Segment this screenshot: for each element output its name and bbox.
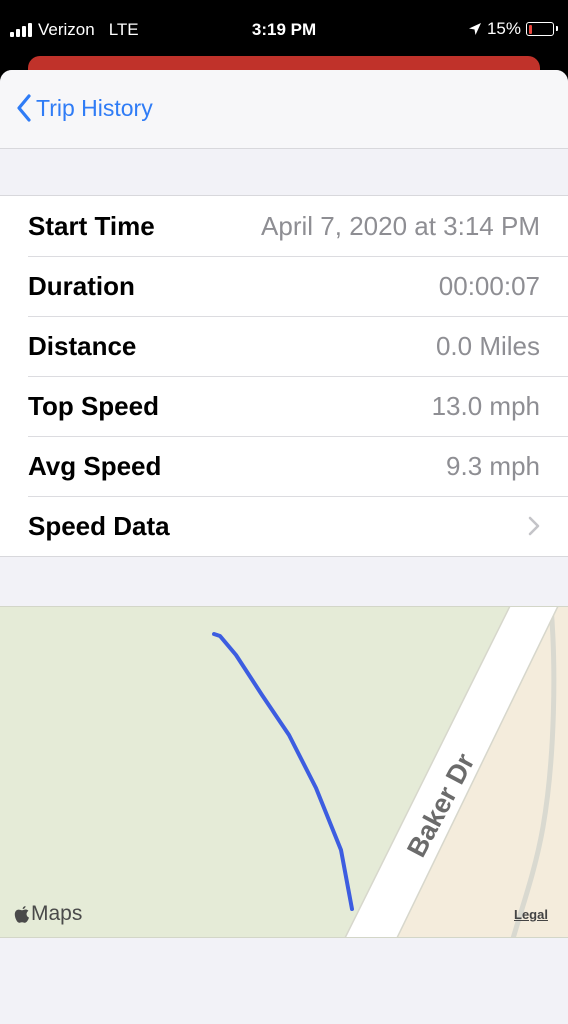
row-top-speed: Top Speed 13.0 mph (0, 376, 568, 436)
row-label: Distance (28, 330, 137, 361)
row-label: Top Speed (28, 390, 159, 421)
row-label: Speed Data (28, 510, 170, 541)
chevron-left-icon (17, 94, 31, 122)
maps-label: Maps (31, 902, 83, 925)
battery-icon (526, 22, 558, 36)
trip-map[interactable]: Baker Dr Maps Legal (0, 606, 568, 938)
row-label: Start Time (28, 210, 155, 241)
legal-link[interactable]: Legal (514, 907, 548, 922)
battery-fill (528, 24, 532, 34)
apple-logo-icon (14, 905, 29, 923)
apple-maps-attribution: Maps (14, 902, 82, 926)
trip-details-table: Start Time April 7, 2020 at 3:14 PM Dura… (0, 195, 568, 557)
row-value: 13.0 mph (431, 390, 540, 421)
trip-route-line (212, 632, 354, 911)
row-value: 00:00:07 (438, 270, 540, 301)
row-value: 9.3 mph (446, 450, 540, 481)
row-value: 0.0 Miles (435, 330, 540, 361)
row-duration: Duration 00:00:07 (0, 256, 568, 316)
location-arrow-icon (468, 23, 481, 35)
row-speed-data[interactable]: Speed Data (0, 496, 568, 556)
row-label: Avg Speed (28, 450, 162, 481)
navigation-bar: Trip History (0, 70, 568, 149)
row-start-time: Start Time April 7, 2020 at 3:14 PM (0, 196, 568, 256)
row-avg-speed: Avg Speed 9.3 mph (0, 436, 568, 496)
status-right: 15% (468, 19, 558, 39)
trip-detail-sheet: Trip History Start Time April 7, 2020 at… (0, 70, 568, 1024)
back-button-label: Trip History (36, 94, 153, 121)
row-value: April 7, 2020 at 3:14 PM (261, 210, 540, 241)
battery-percent: 15% (486, 19, 521, 38)
chevron-right-icon (528, 516, 540, 536)
row-distance: Distance 0.0 Miles (0, 316, 568, 376)
back-button[interactable]: Trip History (16, 94, 153, 122)
status-bar: Verizon LTE 3:19 PM 15% (0, 0, 568, 60)
row-label: Duration (28, 270, 135, 301)
map-canvas (212, 607, 568, 937)
